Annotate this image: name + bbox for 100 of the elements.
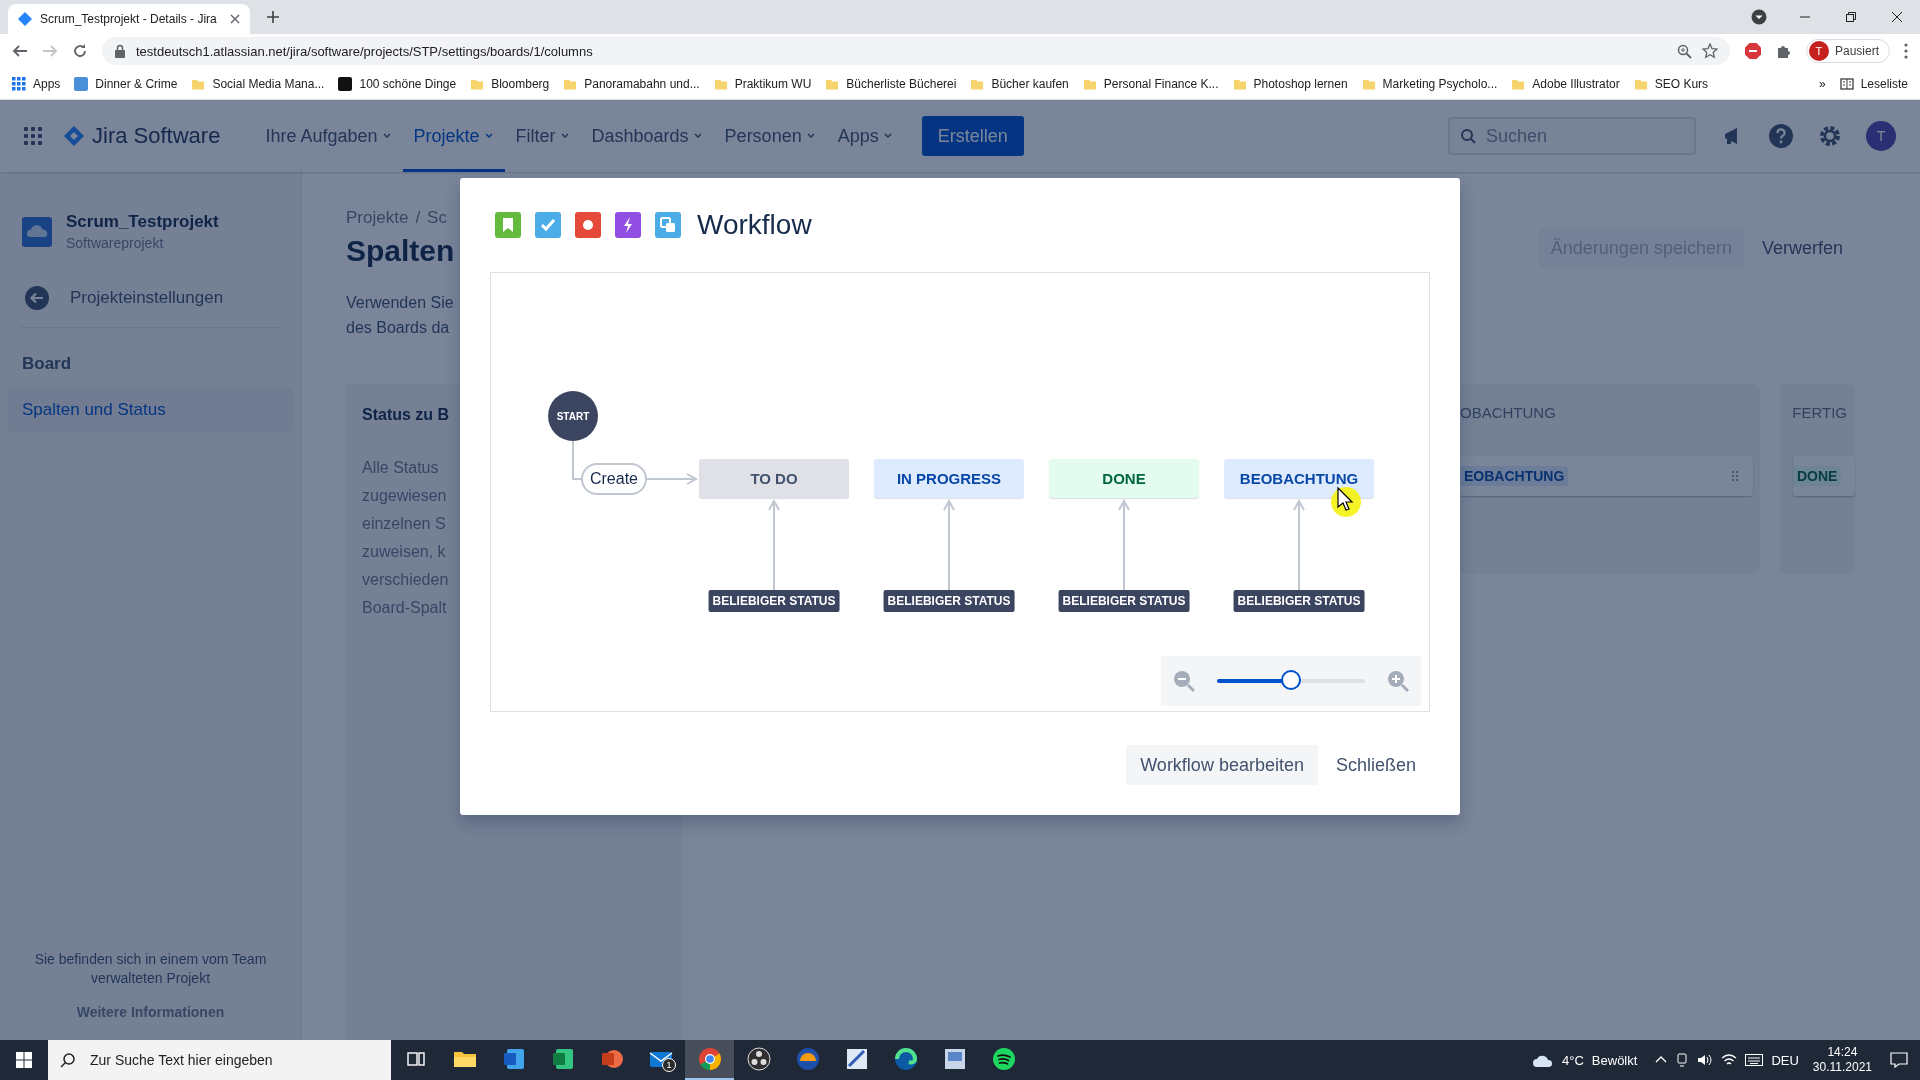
star-icon[interactable] [1701,43,1718,59]
help-icon[interactable] [1768,123,1794,149]
site-favicon-icon [338,76,353,91]
panel-title: Status zu B [362,406,450,424]
page-title: Spalten [346,234,455,268]
recorder-icon [746,1047,771,1071]
checkmark-icon [535,212,561,238]
site-favicon-icon [74,76,89,91]
close-button[interactable]: Schließen [1321,745,1430,785]
search-field[interactable]: Suchen [1448,117,1696,155]
bookmark[interactable]: Bloomberg [470,76,550,91]
folder-icon [452,1049,477,1069]
bookmark[interactable]: Adobe Illustrator [1511,76,1620,91]
lock-icon [114,44,126,58]
connector-line [572,440,582,480]
browser-icon [893,1047,918,1071]
status-node[interactable]: TO DO [699,459,849,498]
taskbar-search-field[interactable]: Zur Suche Text hier eingeben [48,1040,391,1080]
chevron-down-icon [381,131,392,141]
bookmark[interactable]: Photoshop lernen [1232,76,1348,91]
cursor-icon [1329,484,1363,518]
bookmark[interactable]: Social Media Mana... [191,76,325,91]
more-menu-icon[interactable] [1904,43,1908,59]
project-icon [22,216,52,247]
any-status-node: BELIEBIGER STATUS [883,590,1015,612]
browser-tab[interactable]: Scrum_Testprojekt - Details - Jira [8,4,250,34]
notification-badge: 1 [662,1058,676,1072]
transition-arrow [646,473,697,485]
bookmark[interactable]: Panoramabahn und... [563,76,700,91]
close-icon[interactable] [230,14,240,24]
keyboard-icon[interactable] [1745,1054,1764,1066]
back-icon[interactable] [12,43,28,59]
taskbar-button[interactable]: 1 [636,1040,685,1080]
status-node[interactable]: BEOBACHTUNG [1224,459,1374,498]
squares-icon [655,212,681,238]
bookmark[interactable]: Dinner & Crime [74,76,178,91]
chevron-down-icon [483,131,494,141]
any-status-node: BELIEBIGER STATUS [1233,590,1365,612]
clock[interactable]: 14:24 30.11.2021 [1812,1045,1872,1075]
wifi-icon[interactable] [1721,1053,1738,1067]
browser-icon [697,1047,722,1071]
bookmark[interactable]: 100 schöne Dinge [338,76,457,91]
app-icon [795,1047,820,1071]
apps-grid-icon [12,76,26,91]
any-status-node: BELIEBIGER STATUS [708,590,840,612]
app-switcher-icon[interactable] [24,127,42,145]
reading-list-button[interactable]: Leseliste [1839,76,1908,91]
bookmark[interactable]: Bücherliste Bücherei [825,76,957,91]
document-app-icon [502,1048,525,1070]
new-tab-icon[interactable] [266,10,280,24]
app-icon [845,1048,868,1070]
diamond-icon [18,12,32,26]
search-input[interactable]: Suchen [1484,124,1664,148]
speaker-icon[interactable] [1697,1053,1714,1067]
breadcrumb-separator: / [415,208,421,228]
slider-thumb[interactable] [1281,670,1301,690]
transition-label[interactable]: Create [581,463,647,495]
spreadsheet-app-icon [551,1048,574,1070]
app-icon [943,1048,966,1070]
bookmark[interactable]: Praktikum WU [713,76,812,91]
product-name: Jira Software [92,123,221,149]
reload-icon[interactable] [72,43,88,59]
task-view-icon [405,1049,426,1069]
bookmark[interactable]: SEO Kurs [1633,76,1709,91]
headset-icon[interactable] [1675,1053,1690,1067]
address-bar[interactable]: testdeutsch1.atlassian.net/jira/software/projects/STP/settings/boards/1/columns [102,37,1730,65]
temperature-text: 4°C [1562,1052,1584,1068]
close-icon[interactable] [1892,12,1902,22]
bookmark[interactable]: Apps [12,76,61,91]
restore-icon[interactable] [1846,12,1856,22]
notifications-icon[interactable] [1890,1052,1908,1068]
dropdown-icon[interactable] [1751,9,1767,25]
status-lozenge: DONE [1793,466,1842,486]
language-indicator[interactable]: DEU [1771,1052,1799,1068]
settings-icon[interactable] [1818,124,1842,148]
project-name: Scrum_Testprojekt [66,212,219,232]
search-icon [1460,128,1476,144]
lightning-icon [615,212,641,238]
project-type: Softwareprojekt [66,235,165,251]
zoom-icon[interactable] [1676,43,1692,59]
chevron-down-icon [559,131,570,141]
edit-workflow-button[interactable]: Workflow bearbeiten [1126,745,1318,785]
adblock-icon[interactable] [1743,42,1762,60]
windows-icon [16,1052,32,1068]
footer-text: Sie befinden sich in einem vom Team verwalteten Projekt [33,950,268,988]
search-icon [60,1052,76,1068]
puzzle-icon[interactable] [1775,43,1792,59]
drag-handle-icon[interactable] [1731,470,1739,482]
presentation-app-icon [600,1048,623,1070]
status-node[interactable]: IN PROGRESS [874,459,1024,498]
column-title: OBACHTUNG [1460,403,1557,423]
logo-icon [64,126,84,146]
bookmark[interactable]: Personal Finance K... [1082,76,1219,91]
status-node[interactable]: DONE [1049,459,1199,498]
weather-text: Bewölkt [1591,1052,1638,1068]
more-bookmarks-button[interactable]: » [1818,76,1826,91]
taskbar-search-input[interactable]: Zur Suche Text hier eingeben [88,1051,378,1069]
music-app-icon [991,1047,1016,1071]
bookmark[interactable]: Marketing Psycholo... [1361,76,1498,91]
bookmark[interactable]: Bücher kaufen [970,76,1069,91]
